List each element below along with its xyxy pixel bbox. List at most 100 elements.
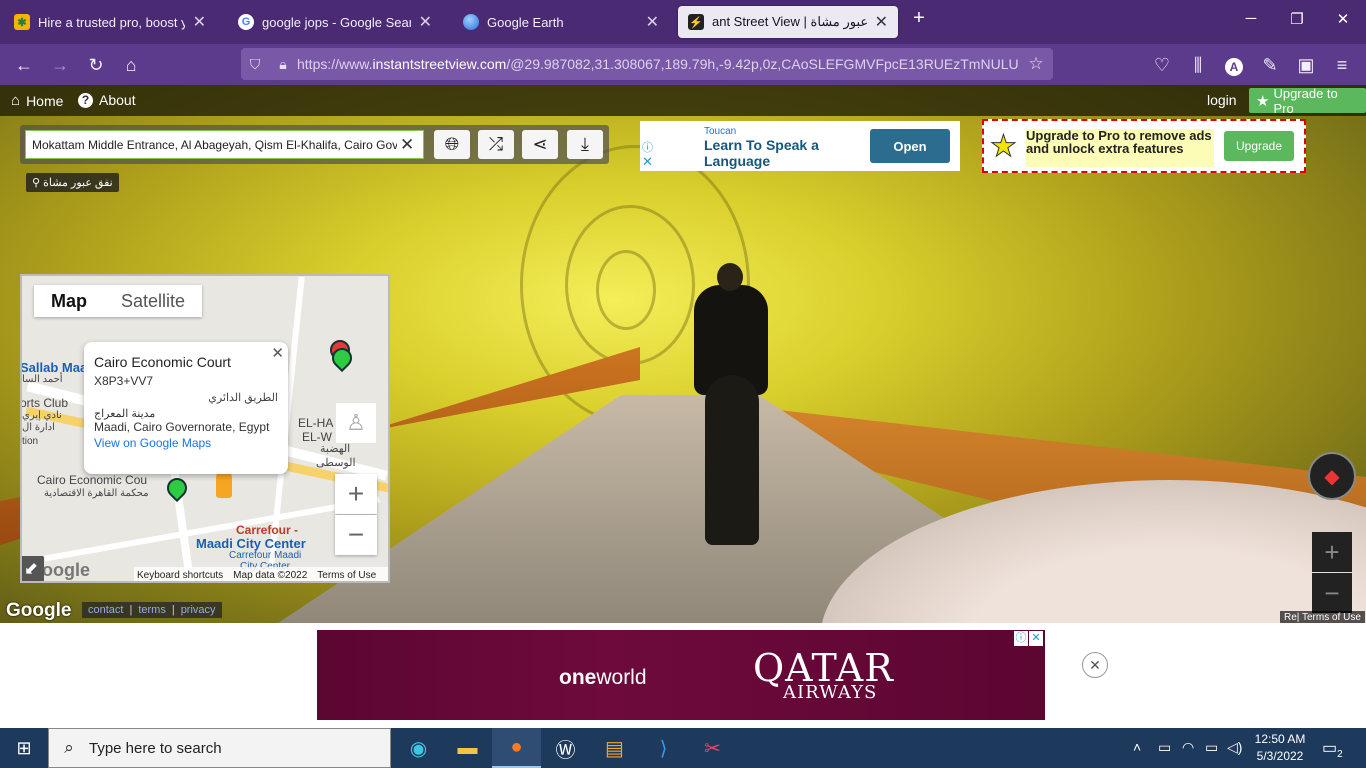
pegman-icon[interactable] bbox=[216, 470, 232, 498]
close-tab-icon[interactable]: ✕ bbox=[875, 12, 888, 32]
browser-tab-google-earth[interactable]: Google Earth ✕ bbox=[453, 6, 669, 38]
qatar-airways-ad[interactable]: oneworld QATAR AIRWAYS ⓘ ✕ bbox=[317, 630, 1045, 720]
edge-icon: ◉ bbox=[409, 737, 428, 760]
meet-now-icon[interactable]: ▭ bbox=[1158, 739, 1171, 756]
shield-icon[interactable]: ⛉ bbox=[241, 56, 269, 73]
volume-icon[interactable]: ◁) bbox=[1227, 739, 1242, 756]
nav-home-link[interactable]: ⌂ Home bbox=[11, 92, 63, 109]
mini-map[interactable]: Map Satellite Sallab Maa أحمد السا orts … bbox=[20, 274, 390, 583]
screenshot-icon[interactable]: ▣ bbox=[1294, 53, 1318, 77]
ad-info-icon[interactable]: ⓘ bbox=[642, 139, 653, 155]
close-tab-icon[interactable]: ✕ bbox=[646, 12, 659, 32]
star-icon: ★ bbox=[990, 130, 1018, 164]
ad-info-icon[interactable]: ⓘ bbox=[1014, 631, 1028, 646]
start-button[interactable]: ⊞ bbox=[0, 728, 48, 768]
map-zoom-in-button[interactable]: + bbox=[335, 474, 377, 514]
close-tab-icon[interactable]: ✕ bbox=[193, 12, 206, 32]
map-pin-icon[interactable] bbox=[162, 473, 192, 503]
ad-close-icon[interactable]: ✕ bbox=[1029, 631, 1043, 646]
notification-count: 2 bbox=[1337, 749, 1343, 761]
file-explorer-app[interactable]: ▬ bbox=[443, 728, 492, 768]
menu-icon[interactable]: ≡ bbox=[1330, 53, 1354, 77]
privacy-link[interactable]: privacy bbox=[181, 604, 216, 616]
close-window-button[interactable]: ✕ bbox=[1320, 10, 1366, 28]
word-app[interactable]: Ⓦ bbox=[541, 728, 590, 768]
map-zoom-out-button[interactable]: − bbox=[335, 515, 377, 555]
browser-tab-google-search[interactable]: G google jops - Google Search ✕ bbox=[228, 6, 442, 38]
ad-open-button[interactable]: Open bbox=[870, 129, 950, 163]
compass-control[interactable]: ◆ bbox=[1308, 452, 1356, 500]
map-terms-link[interactable]: Terms of Use bbox=[317, 570, 376, 581]
edge-app[interactable]: ◉ bbox=[394, 728, 443, 768]
map-label: محكمة القاهرة الاقتصادية bbox=[44, 488, 149, 499]
upgrade-button[interactable]: Upgrade bbox=[1224, 131, 1294, 161]
account-avatar[interactable]: A bbox=[1222, 53, 1246, 77]
tab-title: google jops - Google Search bbox=[262, 14, 411, 30]
map-road bbox=[44, 496, 380, 562]
footer-links: contact | terms | privacy bbox=[82, 602, 222, 618]
share-button[interactable]: ⋖ bbox=[522, 130, 558, 159]
ad-headline[interactable]: Learn To Speak a Language bbox=[704, 137, 834, 169]
view-on-google-maps-link[interactable]: View on Google Maps bbox=[94, 436, 278, 450]
keyboard-shortcuts-link[interactable]: Keyboard shortcuts bbox=[137, 570, 223, 581]
share-icon: ⋖ bbox=[532, 134, 548, 154]
bookmark-star-icon[interactable]: ☆ bbox=[1019, 54, 1053, 74]
download-button[interactable]: ⤓ bbox=[567, 130, 603, 159]
tab-satellite[interactable]: Satellite bbox=[104, 285, 202, 317]
system-clock[interactable]: 12:50 AM 5/3/2022 bbox=[1244, 731, 1316, 765]
toucan-ad[interactable]: ⓘ ✕ Toucan Learn To Speak a Language Ope… bbox=[640, 121, 960, 171]
tab-title: ant Street View | نفق عبور مشاة bbox=[712, 14, 867, 29]
restore-button[interactable]: ❐ bbox=[1274, 10, 1320, 28]
minimize-button[interactable]: ─ bbox=[1228, 10, 1274, 27]
street-view-pegman-button[interactable]: ♙ bbox=[336, 403, 376, 443]
notifications-button[interactable]: ▭2 bbox=[1322, 738, 1343, 760]
new-tab-button[interactable]: + bbox=[896, 7, 942, 30]
chevron-up-icon[interactable]: ˄ bbox=[1133, 739, 1141, 755]
contact-link[interactable]: contact bbox=[88, 604, 123, 616]
close-tab-icon[interactable]: ✕ bbox=[419, 12, 432, 32]
google-logo: Google bbox=[6, 600, 72, 621]
battery-icon[interactable]: ▭ bbox=[1205, 739, 1218, 756]
arrow-icon: ⬋ bbox=[23, 559, 39, 578]
street-view-zoom-out-button[interactable]: − bbox=[1312, 573, 1352, 613]
map-label: الهضبة bbox=[320, 443, 351, 455]
vscode-app[interactable]: ⟩ bbox=[639, 728, 688, 768]
wifi-icon[interactable]: ◠ bbox=[1182, 739, 1194, 756]
taskbar-search[interactable]: ⌕ Type here to search bbox=[48, 728, 391, 768]
lock-icon[interactable]: 🔒︎ bbox=[269, 56, 297, 73]
browser-tab-instant-street-view[interactable]: ⚡ ant Street View | نفق عبور مشاة ✕ bbox=[678, 6, 898, 38]
airways-logo-text: AIRWAYS bbox=[783, 682, 878, 703]
random-location-button[interactable]: ⤮ bbox=[478, 130, 514, 159]
map-label: ادارة ال bbox=[22, 422, 55, 433]
pocket-icon[interactable]: ♡ bbox=[1150, 53, 1174, 77]
upgrade-to-pro-button[interactable]: ★ Upgrade to Pro bbox=[1249, 86, 1366, 116]
reload-button[interactable]: ↻ bbox=[84, 53, 108, 77]
eyedropper-icon[interactable]: ✎ bbox=[1258, 53, 1282, 77]
dismiss-ad-button[interactable]: ✕ bbox=[1082, 652, 1108, 678]
expand-map-button[interactable]: ⬋ bbox=[22, 556, 44, 581]
nav-about-link[interactable]: ? About bbox=[78, 92, 136, 108]
globe-button[interactable]: 🌐︎ bbox=[434, 130, 470, 159]
snipping-tool-app[interactable]: ✂ bbox=[688, 728, 737, 768]
home-button[interactable]: ⌂ bbox=[119, 53, 143, 77]
ad-close-icon[interactable]: ✕ bbox=[642, 154, 653, 170]
terms-link[interactable]: terms bbox=[138, 604, 166, 616]
library-icon[interactable]: ⫼ bbox=[1186, 53, 1210, 77]
search-panel: ✕ 🌐︎ ⤮ ⋖ ⤓ bbox=[20, 125, 609, 164]
firefox-app[interactable]: ● bbox=[492, 728, 541, 768]
login-link[interactable]: login bbox=[1207, 92, 1237, 108]
office-app[interactable]: ▤ bbox=[590, 728, 639, 768]
location-search-input[interactable] bbox=[25, 130, 424, 159]
ad-choices[interactable]: ⓘ ✕ bbox=[1014, 631, 1043, 646]
back-button[interactable]: ← bbox=[12, 53, 36, 77]
tab-map[interactable]: Map bbox=[34, 285, 104, 317]
url-text[interactable]: https://www.instantstreetview.com/@29.98… bbox=[297, 56, 1019, 72]
close-icon[interactable]: ✕ bbox=[271, 344, 284, 362]
snip-icon: ✂ bbox=[704, 737, 721, 760]
about-label: About bbox=[99, 92, 136, 108]
browser-tab-thumbtack[interactable]: ✱ Hire a trusted pro, boost your vi ✕ bbox=[4, 6, 216, 38]
url-bar[interactable]: ⛉ 🔒︎ https://www.instantstreetview.com/@… bbox=[241, 48, 1053, 80]
forward-button[interactable]: → bbox=[48, 53, 72, 77]
clear-search-icon[interactable]: ✕ bbox=[400, 135, 414, 155]
street-view-zoom-in-button[interactable]: + bbox=[1312, 532, 1352, 572]
